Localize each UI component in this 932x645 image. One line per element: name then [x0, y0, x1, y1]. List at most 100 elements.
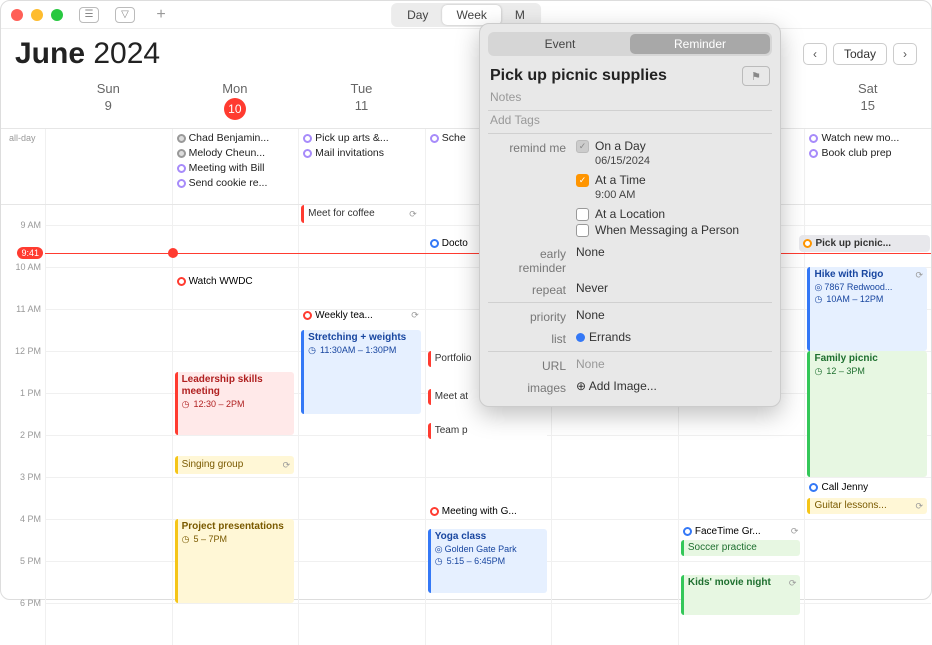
repeat-icon: ⟳ [789, 577, 797, 589]
clock-icon [308, 344, 318, 356]
allday-event[interactable]: Watch new mo... [807, 131, 929, 145]
event-hike[interactable]: Hike with Rigo⟳ ◎ 7867 Redwood... 10AM –… [807, 267, 927, 351]
clock-icon [182, 533, 192, 545]
allday-event[interactable]: Meeting with Bill [175, 161, 297, 175]
time-gutter: 9 AM 9:41 10 AM 11 AM 12 PM 1 PM 2 PM 3 … [1, 205, 45, 645]
person-dot-icon [177, 134, 186, 143]
ring-icon [303, 311, 312, 320]
time-label: 9 AM [20, 220, 41, 230]
tags-input[interactable]: Add Tags [480, 113, 780, 131]
tab-reminder[interactable]: Reminder [630, 34, 770, 54]
on-day-checkbox[interactable]: ✓ [576, 140, 589, 153]
event-presentations[interactable]: Project presentations 5 – 7PM [175, 519, 295, 603]
day-header-today[interactable]: Mon10 [172, 75, 299, 128]
event-call-jenny[interactable]: Call Jenny [807, 481, 927, 494]
list-value[interactable]: Errands [576, 330, 770, 344]
day-header[interactable]: Tue11 [298, 75, 425, 128]
reminder-dot-icon [809, 149, 818, 158]
event-stretching[interactable]: Stretching + weights 11:30AM – 1:30PM [301, 330, 421, 414]
event-teamp[interactable]: Team p [428, 423, 548, 439]
sidebar-toggle-icon[interactable]: ☰ [79, 7, 99, 23]
day-header[interactable]: Sat15 [804, 75, 931, 128]
event-meeting-g[interactable]: Meeting with G... [428, 505, 548, 518]
at-time-value[interactable]: 9:00 AM [595, 189, 770, 201]
view-month[interactable]: M [501, 5, 539, 25]
reminder-dot-icon [809, 134, 818, 143]
prev-week-button[interactable]: ‹ [803, 43, 827, 65]
popover-tabs: Event Reminder [488, 32, 772, 56]
add-event-button[interactable]: + [151, 7, 171, 23]
images-label: images [490, 379, 576, 395]
clock-icon [814, 293, 824, 305]
repeat-value[interactable]: Never [576, 281, 770, 295]
time-label: 3 PM [20, 472, 41, 482]
event-watch-wwdc[interactable]: Watch WWDC [175, 275, 295, 288]
when-messaging-checkbox[interactable] [576, 224, 589, 237]
now-indicator-pill: 9:41 [17, 247, 43, 259]
time-label: 5 PM [20, 556, 41, 566]
view-week[interactable]: Week [442, 5, 500, 25]
time-label: 10 AM [15, 262, 41, 272]
zoom-window-button[interactable] [51, 9, 63, 21]
event-coffee[interactable]: Meet for coffee⟳ [301, 205, 421, 223]
at-location-checkbox[interactable] [576, 208, 589, 221]
allday-event[interactable]: Pick up arts &... [301, 131, 423, 145]
time-label: 4 PM [20, 514, 41, 524]
ring-icon [683, 527, 692, 536]
early-reminder-value[interactable]: None [576, 245, 770, 259]
event-yoga[interactable]: Yoga class ◎ Golden Gate Park 5:15 – 6:4… [428, 529, 548, 593]
day-col-sat[interactable]: Pick up picnic... Hike with Rigo⟳ ◎ 7867… [804, 205, 931, 645]
view-day[interactable]: Day [393, 5, 442, 25]
event-movie-night[interactable]: Kids' movie night⟳ [681, 575, 801, 615]
flag-button[interactable]: ⚑ [742, 66, 770, 86]
reminder-dot-icon [177, 179, 186, 188]
today-button[interactable]: Today [833, 43, 887, 65]
next-week-button[interactable]: › [893, 43, 917, 65]
early-reminder-label: early reminder [490, 245, 576, 275]
allday-col-sun [45, 129, 172, 204]
allday-row: all-day Chad Benjamin... Melody Cheun...… [1, 129, 931, 205]
inbox-icon[interactable]: ▽ [115, 7, 135, 23]
allday-event[interactable]: Mail invitations [301, 146, 423, 160]
remind-me-label: remind me [490, 139, 576, 155]
clock-icon [814, 365, 824, 377]
on-day-date[interactable]: 06/15/2024 [595, 155, 770, 167]
reminder-dot-icon [303, 134, 312, 143]
reminder-dot-icon [177, 164, 186, 173]
day-col-mon[interactable]: Watch WWDC Leadership skills meeting 12:… [172, 205, 299, 645]
url-label: URL [490, 357, 576, 373]
day-col-sun[interactable] [45, 205, 172, 645]
close-window-button[interactable] [11, 9, 23, 21]
repeat-icon: ⟳ [916, 269, 924, 281]
notes-input[interactable]: Notes [480, 90, 780, 108]
reminder-title-input[interactable]: Pick up picnic supplies [490, 67, 667, 85]
event-weekly-tea[interactable]: Weekly tea...⟳ [301, 309, 421, 322]
event-guitar[interactable]: Guitar lessons...⟳ [807, 498, 927, 514]
event-leadership[interactable]: Leadership skills meeting 12:30 – 2PM [175, 372, 295, 435]
ring-icon [430, 507, 439, 516]
at-time-checkbox[interactable]: ✓ [576, 174, 589, 187]
repeat-icon: ⟳ [411, 310, 419, 321]
day-header-row: Sun9 Mon10 Tue11 Sat15 [1, 75, 931, 129]
allday-event[interactable]: Melody Cheun... [175, 146, 297, 160]
allday-event[interactable]: Book club prep [807, 146, 929, 160]
event-family-picnic[interactable]: Family picnic 12 – 3PM [807, 351, 927, 477]
event-singing[interactable]: Singing group⟳ [175, 456, 295, 474]
day-header[interactable]: Sun9 [45, 75, 172, 128]
repeat-icon: ⟳ [283, 459, 291, 471]
event-soccer[interactable]: Soccer practice [681, 540, 801, 556]
tab-event[interactable]: Event [490, 34, 630, 54]
minimize-window-button[interactable] [31, 9, 43, 21]
priority-value[interactable]: None [576, 308, 770, 322]
url-input[interactable]: None [576, 357, 770, 371]
event-facetime[interactable]: FaceTime Gr...⟳ [681, 525, 801, 538]
reminder-pickup-picnic[interactable]: Pick up picnic... [799, 235, 930, 252]
allday-col-tue: Pick up arts &... Mail invitations [298, 129, 425, 204]
add-image-button[interactable]: ⊕ Add Image... [576, 379, 770, 393]
allday-event[interactable]: Chad Benjamin... [175, 131, 297, 145]
time-label: 2 PM [20, 430, 41, 440]
day-col-tue[interactable]: Meet for coffee⟳ Weekly tea...⟳ Stretchi… [298, 205, 425, 645]
ring-icon [177, 277, 186, 286]
allday-event[interactable]: Send cookie re... [175, 176, 297, 190]
repeat-icon: ⟳ [916, 500, 924, 512]
